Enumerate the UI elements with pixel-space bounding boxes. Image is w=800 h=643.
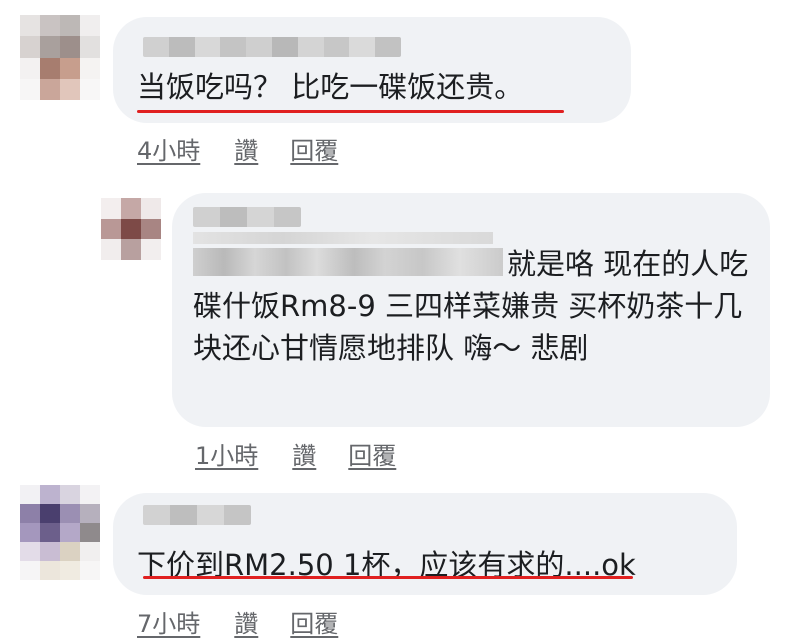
timestamp-link[interactable]: 1小時: [195, 436, 258, 471]
timestamp-link[interactable]: 4小時: [137, 131, 200, 166]
comment-text: 就是咯 现在的人吃碟什饭Rm8-9 三四样菜嫌贵 买杯奶茶十几块还心甘情愿地排队…: [193, 243, 753, 369]
highlight-underline: [143, 576, 633, 579]
like-button[interactable]: 讚: [234, 131, 258, 166]
author-name-redacted[interactable]: [143, 505, 251, 525]
like-button[interactable]: 讚: [234, 604, 258, 639]
highlight-underline: [137, 110, 564, 113]
avatar[interactable]: [20, 15, 100, 100]
comment-actions: 1小時 讚 回覆: [195, 436, 396, 471]
comment-actions: 4小時 讚 回覆: [137, 131, 338, 166]
author-name-redacted[interactable]: [143, 37, 401, 57]
avatar[interactable]: [20, 485, 100, 580]
reply-button[interactable]: 回覆: [290, 131, 338, 166]
timestamp-link[interactable]: 7小時: [137, 604, 200, 639]
author-name-redacted[interactable]: [193, 207, 301, 227]
like-button[interactable]: 讚: [292, 436, 316, 471]
reply-button[interactable]: 回覆: [348, 436, 396, 471]
reply-button[interactable]: 回覆: [290, 604, 338, 639]
redacted-text-blur: [193, 248, 503, 276]
comment-text: 当饭吃吗？ 比吃一碟饭还贵。: [137, 70, 524, 104]
comment-text: 下价到RM2.50 1杯，应该有求的....ok: [137, 548, 636, 582]
avatar[interactable]: [101, 198, 161, 260]
comment-thread: 当饭吃吗？ 比吃一碟饭还贵。 4小時 讚 回覆 就是咯 现在的人吃碟什饭Rm8-…: [0, 0, 800, 643]
comment-actions: 7小時 讚 回覆: [137, 604, 338, 639]
